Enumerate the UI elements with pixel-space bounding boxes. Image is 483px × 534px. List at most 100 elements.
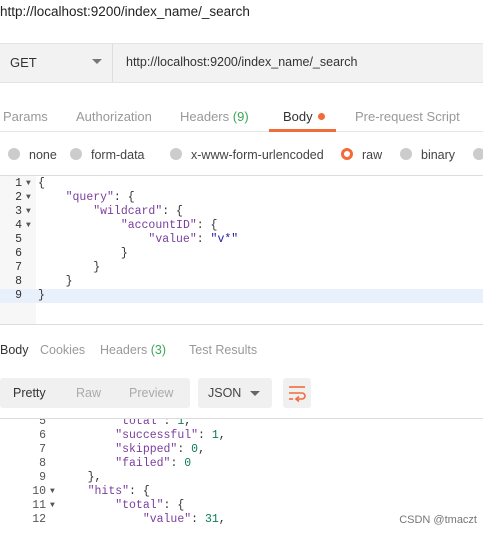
code-line: 2 ▼ "query": { [0,191,483,205]
view-raw-button[interactable]: Raw [76,386,101,400]
line-number: 11 [32,499,46,512]
tab-test-results[interactable]: Test Results [189,343,257,357]
radio-icon [170,148,182,160]
code-line: 7 } [0,261,483,275]
line-number: 8 [39,457,46,470]
tab-headers[interactable]: Headers (9) [180,109,249,124]
radio-binary-label: binary [421,148,456,162]
fold-arrow-icon[interactable]: ▼ [50,485,55,499]
radio-icon [8,148,20,160]
code-line: 8 } [0,275,483,289]
chevron-down-icon [250,391,260,396]
line-number: 10 [32,485,46,498]
wrap-lines-icon [289,386,306,403]
tab-response-body[interactable]: Body [0,343,29,357]
tab-prerequest-script[interactable]: Pre-request Script [355,109,460,124]
fold-arrow-icon[interactable]: ▼ [26,177,31,191]
view-mode-group: Pretty Raw Preview [0,378,190,408]
code-line: 8 "failed": 0 [0,457,483,471]
radio-binary[interactable]: binary [400,148,455,162]
request-url-bar: GET http://localhost:9200/index_name/_se… [0,43,483,83]
radio-icon [400,148,412,160]
fold-arrow-icon[interactable]: ▼ [50,499,55,513]
url-input[interactable]: http://localhost:9200/index_name/_search [126,55,357,69]
code-text: "total": { [115,499,185,512]
code-text: "query": { [65,191,135,204]
line-number: 7 [15,261,22,274]
radio-icon [70,148,82,160]
radio-urlencoded-label: x-www-form-urlencoded [191,148,324,162]
tab-params[interactable]: Params [3,109,48,124]
wrap-lines-button[interactable] [283,378,311,408]
line-number: 9 [15,289,22,302]
code-text: { [38,177,45,190]
request-tabs: Params Authorization Headers (9) Body Pr… [0,100,483,132]
view-preview-button[interactable]: Preview [129,386,173,400]
line-number: 2 [15,191,22,204]
code-text: "value": "v*" [148,233,239,246]
code-line: 6 } [0,247,483,261]
radio-urlencoded[interactable]: x-www-form-urlencoded [170,148,324,162]
radio-selected-icon [341,148,353,160]
watermark: CSDN @tmaczt [399,514,477,526]
line-number: 5 [39,418,46,428]
radio-raw-label: raw [362,148,383,162]
view-pretty-button[interactable]: Pretty [13,386,46,400]
code-line: 7 "skipped": 0, [0,443,483,457]
radio-none-label: none [29,148,57,162]
request-body-editor[interactable]: 1 ▼ {2 ▼ "query": {3 ▼ "wildcard": {4 ▼ "acco… [0,175,483,325]
radio-icon[interactable] [473,148,483,160]
format-select[interactable]: JSON [198,378,272,408]
response-tabs: Body Cookies Headers (3) Test Results [0,340,483,362]
code-text: "successful": 1, [115,429,226,442]
line-number: 5 [15,233,22,246]
line-number: 1 [15,177,22,190]
radio-form-data[interactable]: form-data [70,148,145,162]
code-text: "wildcard": { [93,205,183,218]
tab-body[interactable]: Body [283,109,325,124]
fold-arrow-icon[interactable]: ▼ [26,191,31,205]
code-text: }, [60,471,102,484]
code-text: "accountID": { [120,219,218,232]
fold-arrow-icon[interactable]: ▼ [26,205,31,219]
tab-response-headers-label: Headers [100,343,148,357]
code-line: 11 ▼ "total": { [0,499,483,513]
body-type-selector: none form-data x-www-form-urlencoded raw… [0,145,483,167]
tab-headers-label: Headers [180,109,230,124]
code-line: 9 }, [0,471,483,485]
code-line: 3 ▼ "wildcard": { [0,205,483,219]
code-text: "skipped": 0, [115,443,205,456]
line-number: 9 [39,471,46,484]
code-text: } [38,289,45,302]
code-line: 4 ▼ "accountID": { [0,219,483,233]
line-number: 4 [15,219,22,232]
code-text: } [38,247,128,260]
tab-cookies[interactable]: Cookies [40,343,85,357]
code-text: "total": 1, [115,418,192,428]
line-number: 8 [15,275,22,288]
line-number: 6 [39,429,46,442]
line-number: 12 [32,513,46,526]
radio-form-data-label: form-data [91,148,145,162]
code-text: } [38,261,101,274]
code-line: 5 "value": "v*" [0,233,483,247]
radio-none[interactable]: none [8,148,57,162]
code-text: "hits": { [87,485,150,498]
tab-authorization[interactable]: Authorization [76,109,152,124]
response-headers-count-badge: (3) [150,343,167,357]
method-select[interactable]: GET [0,44,113,82]
line-number: 7 [39,443,46,456]
fold-arrow-icon[interactable]: ▼ [26,219,31,233]
code-text: "failed": 0 [115,457,192,470]
active-tab-indicator [269,129,336,132]
format-label: JSON [208,386,242,400]
method-label: GET [10,55,37,70]
code-line: 9} [0,289,483,303]
tab-body-label: Body [283,109,313,124]
radio-raw[interactable]: raw [341,148,382,162]
code-line: 1 ▼ { [0,177,483,191]
chevron-down-icon [92,59,102,64]
tab-response-headers[interactable]: Headers (3) [100,343,166,357]
code-line: 6 "successful": 1, [0,429,483,443]
code-line: 10 ▼ "hits": { [0,485,483,499]
